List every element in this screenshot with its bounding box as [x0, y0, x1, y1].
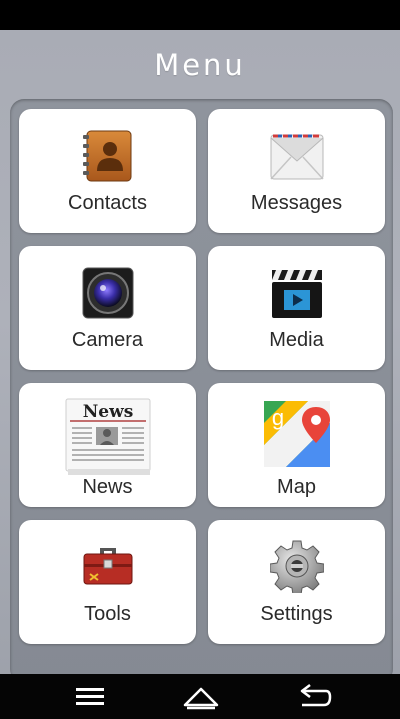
newspaper-icon: News: [65, 398, 151, 475]
news-label: News: [82, 476, 133, 498]
hamburger-menu-icon: [76, 688, 104, 705]
map-tile[interactable]: g Map: [208, 383, 385, 507]
contacts-label: Contacts: [68, 192, 147, 214]
camera-tile[interactable]: Camera: [19, 246, 196, 370]
map-label: Map: [277, 476, 316, 498]
toolbox-icon: [83, 548, 133, 585]
back-button[interactable]: [290, 681, 338, 713]
newspaper-masthead: News: [83, 402, 134, 422]
app-grid-panel: Contacts Messages Camera Media News News…: [10, 99, 393, 683]
status-bar: [0, 0, 400, 30]
envelope-icon: [270, 134, 324, 180]
home-icon: [183, 687, 219, 710]
messages-label: Messages: [250, 192, 343, 214]
page-title: Menu: [154, 48, 246, 82]
tools-tile[interactable]: Tools: [19, 520, 196, 644]
clapperboard-play-icon: [272, 270, 322, 318]
camera-lens-icon: [82, 267, 134, 319]
tools-label: Tools: [84, 603, 131, 625]
menu-screen: Menu Contacts Messages Camera Media News…: [0, 30, 400, 683]
camera-label: Camera: [71, 329, 144, 351]
media-tile[interactable]: Media: [208, 246, 385, 370]
settings-label: Settings: [260, 603, 333, 625]
messages-tile[interactable]: Messages: [208, 109, 385, 233]
google-maps-icon: g: [264, 401, 330, 467]
back-arrow-icon: [300, 684, 332, 707]
contacts-book-icon: [83, 130, 132, 182]
map-g-letter: g: [272, 405, 284, 430]
settings-tile[interactable]: Settings: [208, 520, 385, 644]
navigation-bar: [0, 674, 400, 719]
contacts-tile[interactable]: Contacts: [19, 109, 196, 233]
home-button[interactable]: [177, 681, 225, 713]
news-tile[interactable]: News News: [19, 383, 196, 507]
media-label: Media: [269, 329, 324, 351]
gear-icon: [270, 540, 324, 593]
menu-button[interactable]: [66, 681, 114, 713]
